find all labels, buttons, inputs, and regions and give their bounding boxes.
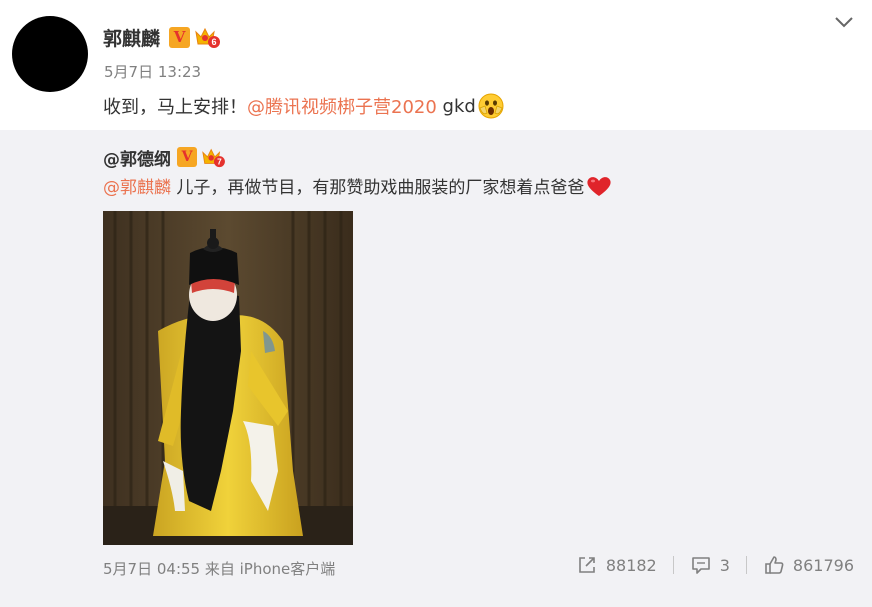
comment-icon (691, 557, 710, 574)
crown-badge-icon: 7 (202, 148, 225, 168)
repost-card[interactable]: @郭德纲 V 7 @郭麒麟 儿子，再做节目，有那赞助戏曲服装的厂家想着点爸爸 5… (0, 130, 872, 607)
divider (745, 556, 747, 574)
chevron-down-icon[interactable] (834, 14, 854, 30)
repost-meta: 5月7日 04:55 来自 iPhone客户端 (103, 560, 336, 578)
thumbs-up-icon (765, 556, 784, 574)
heart-emoji-icon (587, 176, 611, 196)
crown-badge-icon: 6 (195, 27, 221, 48)
repost-body-text: 儿子，再做节目，有那赞助戏曲服装的厂家想着点爸爸 (171, 178, 585, 198)
post-text: 收到，马上安排！ @腾讯视频梆子营2020 gkd (103, 92, 505, 120)
post-mention-link[interactable]: @腾讯视频梆子营2020 (247, 93, 437, 119)
action-bar: 88182 3 861796 (576, 554, 854, 576)
author-name[interactable]: 郭麒麟 (103, 24, 160, 51)
verified-badge-icon: V (177, 147, 197, 167)
comment-button[interactable]: 3 (690, 554, 730, 576)
repost-author-row: @郭德纲 V 7 (103, 144, 226, 170)
crown-level-label: 6 (212, 37, 217, 47)
post-timestamp[interactable]: 5月7日 13:23 (104, 61, 201, 82)
like-button[interactable]: 861796 (763, 554, 854, 576)
verified-badge-icon: V (169, 26, 191, 48)
repost-text: @郭麒麟 儿子，再做节目，有那赞助戏曲服装的厂家想着点爸爸 (103, 173, 613, 198)
repost-mention-link[interactable]: @郭麒麟 (103, 173, 171, 198)
repost-button[interactable]: 88182 (576, 554, 657, 576)
post-author-row: 郭麒麟 V 6 (103, 22, 221, 52)
share-icon (579, 557, 595, 573)
crown-level-label: 7 (217, 157, 222, 166)
post-text-suffix: gkd (436, 95, 476, 117)
opera-performer-photo[interactable] (103, 211, 353, 545)
scream-face-emoji-icon (478, 93, 504, 119)
post-body-text: 收到，马上安排！ (103, 97, 247, 118)
repost-author-name[interactable]: @郭德纲 (103, 145, 171, 170)
comment-count: 3 (719, 555, 730, 575)
repost-count: 88182 (605, 555, 657, 575)
avatar[interactable] (12, 16, 88, 92)
like-count: 861796 (792, 555, 854, 575)
divider (672, 556, 674, 574)
